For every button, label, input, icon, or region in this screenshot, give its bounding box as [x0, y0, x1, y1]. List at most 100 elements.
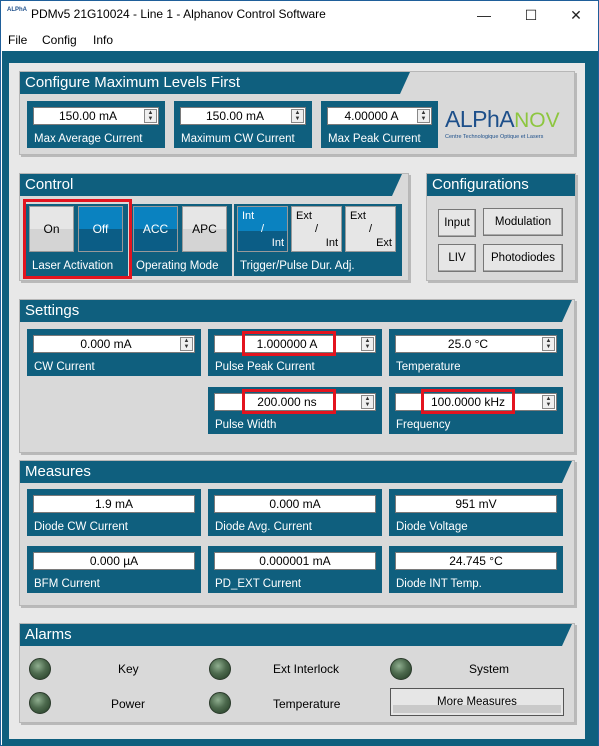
laser-on-label: On: [43, 222, 60, 236]
temperature-setting-input[interactable]: 25.0 °C ▲ ▼: [395, 335, 557, 353]
temperature-setting-box: 25.0 °C ▲ ▼ Temperature: [389, 329, 563, 376]
pulse-peak-highlight: [242, 331, 336, 356]
pulse-width-highlight: [242, 389, 336, 414]
key-led-icon: [29, 658, 51, 680]
cw-current-label: CW Current: [34, 361, 95, 373]
temperature-setting-label: Temperature: [396, 361, 461, 373]
laser-off-label: Off: [92, 222, 109, 236]
trigger-option-label: Int: [325, 237, 338, 249]
configure-title-text: Configure Maximum Levels First: [25, 74, 241, 91]
logo-text-nov: NOV: [514, 109, 560, 132]
spinner-icon[interactable]: ▲ ▼: [144, 109, 157, 123]
system-led-icon: [390, 658, 412, 680]
menu-config[interactable]: Config: [42, 33, 77, 47]
measure-display: 24.745 °C: [395, 552, 557, 570]
menu-file[interactable]: File: [8, 33, 27, 47]
settings-title-text: Settings: [25, 302, 80, 319]
cw-current-input[interactable]: 0.000 mA ▲ ▼: [33, 335, 195, 353]
system-alarm-label: System: [469, 662, 510, 676]
diode-int-temp-value: 24.745 °C: [449, 554, 503, 568]
laser-activation-highlight: [23, 199, 132, 279]
measures-title: Measures: [20, 461, 572, 483]
more-measures-label: More Measures: [437, 696, 517, 708]
spinner-icon[interactable]: ▲ ▼: [291, 109, 304, 123]
trigger-option-label: /: [369, 223, 373, 235]
operating-mode-label: Operating Mode: [136, 260, 219, 272]
photodiodes-config-button[interactable]: Photodiodes: [483, 244, 563, 272]
maximum-cw-current-box: 150.00 mA ▲ ▼ Maximum CW Current: [174, 101, 312, 148]
bfm-current-value: 0.000 µA: [89, 554, 139, 568]
measure-display: 0.000001 mA: [214, 552, 376, 570]
temperature-setting-value[interactable]: 25.0 °C: [396, 336, 540, 352]
trigger-option-label: Int: [242, 210, 255, 222]
settings-panel: Settings 0.000 mA ▲ ▼ CW Current 1.000000…: [19, 299, 575, 453]
diode-avg-current-value: 0.000 mA: [269, 497, 321, 511]
max-peak-current-input[interactable]: 4.00000 A ▲ ▼: [327, 107, 432, 125]
control-title: Control: [20, 174, 402, 196]
ext-interlock-led-icon: [209, 658, 231, 680]
maximize-button[interactable]: ☐: [508, 1, 554, 29]
modulation-config-button[interactable]: Modulation: [483, 208, 563, 236]
spinner-icon[interactable]: ▲ ▼: [542, 337, 555, 351]
input-config-button[interactable]: Input: [438, 209, 476, 237]
measure-display: 1.9 mA: [33, 495, 195, 513]
header-notch: [562, 624, 572, 646]
power-alarm-label: Power: [111, 697, 146, 711]
trigger-ext-ext-button[interactable]: Ext / Ext: [345, 206, 396, 252]
spinner-icon[interactable]: ▲ ▼: [417, 109, 430, 123]
diode-voltage-value: 951 mV: [455, 497, 497, 511]
liv-config-button[interactable]: LIV: [438, 244, 476, 272]
measure-box: 1.9 mA Diode CW Current: [27, 489, 201, 536]
pd-ext-current-value: 0.000001 mA: [259, 554, 331, 568]
logo-text-alpha: ALPhA: [445, 106, 515, 132]
control-title-text: Control: [25, 176, 74, 193]
menu-info[interactable]: Info: [93, 33, 113, 47]
temperature-alarm-label: Temperature: [273, 697, 341, 711]
max-average-current-label: Max Average Current: [34, 133, 143, 145]
bfm-current-label: BFM Current: [34, 578, 100, 590]
app-logo-icon: ALPhA: [7, 7, 27, 13]
max-average-current-input[interactable]: 150.00 mA ▲ ▼: [33, 107, 159, 125]
close-button[interactable]: ✕: [553, 1, 599, 29]
measures-title-text: Measures: [25, 463, 91, 480]
max-average-current-value[interactable]: 150.00 mA: [34, 108, 142, 124]
alarms-title: Alarms: [20, 624, 572, 646]
trigger-int-int-button[interactable]: Int / Int: [237, 206, 288, 252]
trigger-option-label: Ext: [376, 237, 392, 249]
acc-label: ACC: [142, 222, 169, 236]
measure-display: 951 mV: [395, 495, 557, 513]
maximum-cw-current-input[interactable]: 150.00 mA ▲ ▼: [180, 107, 306, 125]
maximum-cw-current-value[interactable]: 150.00 mA: [181, 108, 289, 124]
measure-box: 0.000 µA BFM Current: [27, 546, 201, 593]
pd-ext-current-label: PD_EXT Current: [215, 578, 302, 590]
measure-box: 951 mV Diode Voltage: [389, 489, 563, 536]
more-measures-button[interactable]: More Measures: [390, 688, 564, 716]
max-peak-current-value[interactable]: 4.00000 A: [328, 108, 415, 124]
apc-button[interactable]: APC: [182, 206, 227, 252]
main-panel: Configure Maximum Levels First 150.00 mA…: [9, 63, 585, 739]
title-bar: ALPhA PDMv5 21G10024 - Line 1 - Alphanov…: [1, 1, 598, 29]
measure-box: 0.000 mA Diode Avg. Current: [208, 489, 382, 536]
configure-panel: Configure Maximum Levels First 150.00 mA…: [19, 71, 575, 155]
trigger-option-label: Int: [271, 237, 284, 249]
spinner-icon[interactable]: ▲ ▼: [361, 337, 374, 351]
acc-button[interactable]: ACC: [133, 206, 178, 252]
key-alarm-label: Key: [118, 662, 139, 676]
spinner-icon[interactable]: ▲ ▼: [542, 395, 555, 409]
apc-label: APC: [192, 222, 217, 236]
spinner-icon[interactable]: ▲ ▼: [180, 337, 193, 351]
frequency-label: Frequency: [396, 419, 451, 431]
trigger-ext-int-button[interactable]: Ext / Int: [291, 206, 342, 252]
menu-bar: File Config Info: [1, 30, 598, 50]
header-notch: [392, 174, 402, 196]
trigger-group: Int / Int Ext / Int Ext / Ext Trigger/Pulse Du…: [234, 204, 402, 276]
alphanov-logo: ALPhANOV Centre Technologique Optique et…: [445, 106, 570, 146]
maximum-cw-current-label: Maximum CW Current: [181, 133, 295, 145]
minimize-button[interactable]: —: [461, 1, 507, 29]
cw-current-value[interactable]: 0.000 mA: [34, 336, 178, 352]
cw-current-box: 0.000 mA ▲ ▼ CW Current: [27, 329, 201, 376]
trigger-option-label: Ext: [296, 210, 312, 222]
trigger-option-label: /: [315, 223, 319, 235]
spinner-icon[interactable]: ▲ ▼: [361, 395, 374, 409]
measure-display: 0.000 µA: [33, 552, 195, 570]
